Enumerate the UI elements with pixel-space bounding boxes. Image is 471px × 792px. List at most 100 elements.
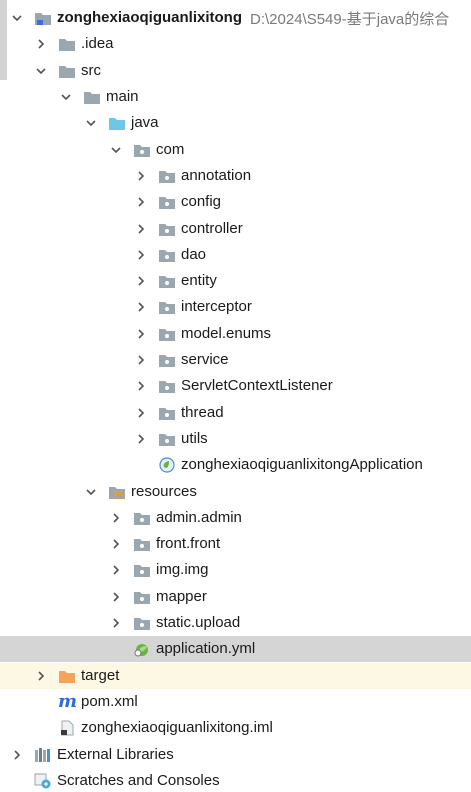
package-label-thread: thread <box>181 403 224 421</box>
folder-label-mapper: mapper <box>156 587 207 605</box>
tree-row-dao[interactable]: dao <box>0 242 471 268</box>
chevron-down-icon[interactable] <box>34 64 48 78</box>
folder-icon <box>83 89 101 105</box>
folder-label-idea: .idea <box>81 35 114 53</box>
folder-label-static-upload: static.upload <box>156 614 241 632</box>
tree-row-servlet-context-listener[interactable]: ServletContextListener <box>0 373 471 399</box>
tree-row-entity[interactable]: entity <box>0 268 471 294</box>
tree-row-src[interactable]: src <box>0 58 471 84</box>
folder-icon <box>58 36 76 52</box>
tree-row-target[interactable]: target <box>0 662 471 689</box>
chevron-right-icon[interactable] <box>134 222 148 236</box>
tree-row-java[interactable]: java <box>0 110 471 136</box>
chevron-down-icon[interactable] <box>84 485 98 499</box>
package-icon <box>133 510 151 526</box>
package-icon <box>158 273 176 289</box>
chevron-right-icon[interactable] <box>109 511 123 525</box>
tree-row-config[interactable]: config <box>0 189 471 215</box>
chevron-down-icon[interactable] <box>109 143 123 157</box>
package-icon <box>158 221 176 237</box>
chevron-right-icon[interactable] <box>134 327 148 341</box>
tree-row-scratches[interactable]: Scratches and Consoles <box>0 768 471 792</box>
folder-label-front: front.front <box>156 535 221 553</box>
folder-label-resources: resources <box>131 482 197 500</box>
folder-label-target: target <box>81 666 120 684</box>
folder-label-admin: admin.admin <box>156 508 242 526</box>
chevron-right-icon[interactable] <box>109 563 123 577</box>
tree-row-resources[interactable]: resources <box>0 478 471 504</box>
module-file-icon <box>58 720 76 736</box>
chevron-right-icon[interactable] <box>109 590 123 604</box>
scratches-icon <box>34 773 52 789</box>
package-icon <box>133 536 151 552</box>
chevron-right-icon[interactable] <box>134 274 148 288</box>
tree-row-img[interactable]: img.img <box>0 557 471 583</box>
chevron-down-icon[interactable] <box>59 90 73 104</box>
chevron-right-icon[interactable] <box>134 248 148 262</box>
folder-label-src: src <box>81 61 101 79</box>
tree-row-application-yml[interactable]: application.yml <box>0 636 471 663</box>
package-icon <box>158 326 176 342</box>
chevron-right-icon[interactable] <box>34 669 48 683</box>
scratches-label: Scratches and Consoles <box>57 771 220 789</box>
package-label-interceptor: interceptor <box>181 298 252 316</box>
chevron-right-icon[interactable] <box>134 353 148 367</box>
chevron-right-icon[interactable] <box>134 432 148 446</box>
chevron-right-icon[interactable] <box>134 300 148 314</box>
project-path: D:\2024\S549-基于java的综合 <box>250 10 450 28</box>
chevron-right-icon[interactable] <box>109 537 123 551</box>
package-icon <box>158 168 176 184</box>
tree-row-front[interactable]: front.front <box>0 531 471 557</box>
excluded-folder-icon <box>58 668 76 684</box>
tree-row-static-upload[interactable]: static.upload <box>0 610 471 636</box>
project-tree-panel: zonghexiaoqiguanlixitong D:\2024\S549-基于… <box>0 0 471 792</box>
tree-row-iml[interactable]: zonghexiaoqiguanlixitong.iml <box>0 715 471 741</box>
tree-row-model-enums[interactable]: model.enums <box>0 321 471 347</box>
chevron-right-icon[interactable] <box>134 406 148 420</box>
tree-row-mapper[interactable]: mapper <box>0 584 471 610</box>
package-icon <box>133 615 151 631</box>
tree-row-interceptor[interactable]: interceptor <box>0 294 471 320</box>
tree-row-project-root[interactable]: zonghexiaoqiguanlixitong D:\2024\S549-基于… <box>0 5 471 31</box>
chevron-right-icon[interactable] <box>134 195 148 209</box>
folder-label-img: img.img <box>156 561 209 579</box>
package-icon <box>158 299 176 315</box>
tree-row-external-libraries[interactable]: External Libraries <box>0 741 471 767</box>
project-name: zonghexiaoqiguanlixitong <box>57 9 242 27</box>
package-label-model-enums: model.enums <box>181 324 272 342</box>
file-label-pom: pom.xml <box>81 692 138 710</box>
file-label-iml: zonghexiaoqiguanlixitong.iml <box>81 719 273 737</box>
tree-row-application-class[interactable]: zonghexiaoqiguanlixitongApplication <box>0 452 471 478</box>
file-label-application-yml: application.yml <box>156 640 256 658</box>
tree-row-annotation[interactable]: annotation <box>0 163 471 189</box>
chevron-right-icon[interactable] <box>134 169 148 183</box>
chevron-down-icon[interactable] <box>10 11 24 25</box>
chevron-right-icon[interactable] <box>134 379 148 393</box>
tree-row-idea[interactable]: .idea <box>0 31 471 57</box>
chevron-right-icon[interactable] <box>109 616 123 630</box>
tree-row-main[interactable]: main <box>0 84 471 110</box>
class-label-application: zonghexiaoqiguanlixitongApplication <box>181 456 423 474</box>
package-icon <box>158 352 176 368</box>
tree-row-com[interactable]: com <box>0 137 471 163</box>
folder-label-java: java <box>131 114 159 132</box>
chevron-right-icon[interactable] <box>10 748 24 762</box>
resources-folder-icon <box>108 484 126 500</box>
chevron-down-icon[interactable] <box>84 116 98 130</box>
package-label-utils: utils <box>181 429 208 447</box>
tree-row-admin[interactable]: admin.admin <box>0 505 471 531</box>
spring-boot-class-icon <box>158 457 176 473</box>
package-icon <box>133 562 151 578</box>
package-icon <box>158 431 176 447</box>
tree-row-utils[interactable]: utils <box>0 426 471 452</box>
tree-row-thread[interactable]: thread <box>0 400 471 426</box>
chevron-right-icon[interactable] <box>34 37 48 51</box>
tree-row-pom[interactable]: m pom.xml <box>0 689 471 715</box>
package-label-dao: dao <box>181 245 207 263</box>
source-folder-icon <box>108 115 126 131</box>
package-label-servlet-context-listener: ServletContextListener <box>181 377 333 395</box>
tree-row-service[interactable]: service <box>0 347 471 373</box>
external-libraries-label: External Libraries <box>57 745 174 763</box>
tree-row-controller[interactable]: controller <box>0 215 471 241</box>
package-icon <box>158 247 176 263</box>
